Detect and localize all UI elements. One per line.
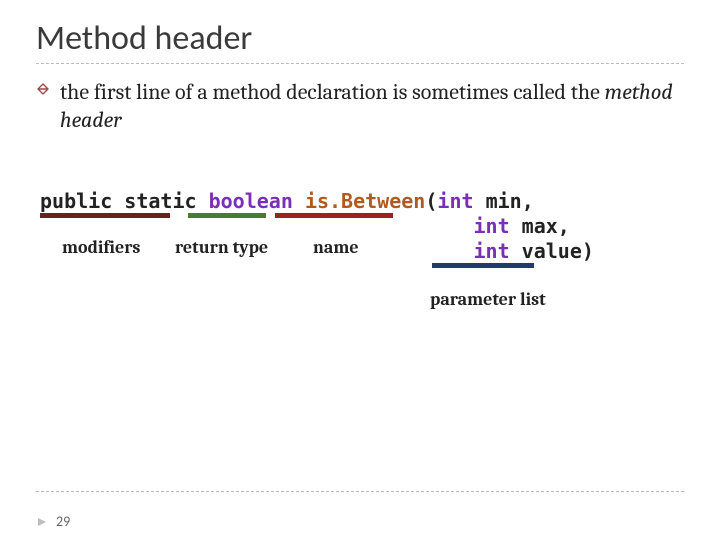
tok-p1: min, <box>474 189 534 213</box>
title-separator <box>36 63 684 64</box>
underline-modifiers <box>40 213 170 218</box>
underline-return-type <box>188 213 266 218</box>
body-text: the first line of a method declaration i… <box>36 78 684 134</box>
tok-p2: max, <box>510 214 570 238</box>
bullet-icon <box>36 78 50 96</box>
tok-p3: value) <box>510 239 594 263</box>
body-paragraph: the first line of a method declaration i… <box>60 78 684 134</box>
code-block: public static boolean is.Between(int min… <box>40 189 684 264</box>
footer: 29 <box>36 513 70 530</box>
body-prefix: the first line of a method declaration i… <box>60 79 605 105</box>
tok-modifiers: public static <box>40 189 197 213</box>
slide-title: Method header <box>36 18 684 59</box>
annotation-name: name <box>313 237 359 260</box>
underline-parameter-list <box>432 263 534 268</box>
tok-fn-name: is.Between <box>305 189 425 213</box>
code-line-1: public static boolean is.Between(int min… <box>40 189 684 214</box>
annotation-parameter-list: parameter list <box>430 289 546 312</box>
page-number: 29 <box>56 513 70 530</box>
tok-int-3: int <box>473 239 509 263</box>
footer-separator <box>36 491 684 492</box>
slide: Method header the first line of a method… <box>0 0 720 540</box>
tok-int-2: int <box>473 214 509 238</box>
tok-paren-open: ( <box>425 189 437 213</box>
underline-name <box>275 213 393 218</box>
tok-return-type: boolean <box>209 189 293 213</box>
tok-int-1: int <box>437 189 473 213</box>
annotation-return-type: return type <box>175 237 268 260</box>
footer-triangle-icon <box>36 516 48 528</box>
annotation-modifiers: modifiers <box>62 237 140 260</box>
